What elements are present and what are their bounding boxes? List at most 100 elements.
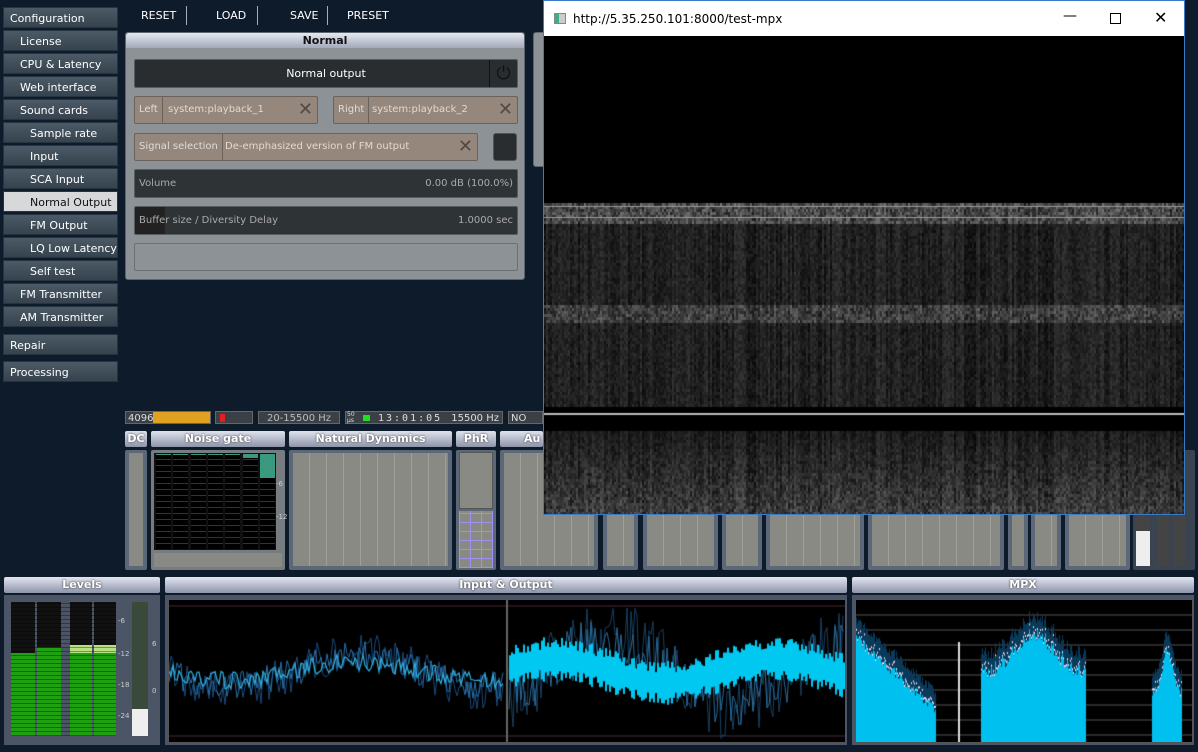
- tick-label: -24: [118, 712, 130, 720]
- left-label: Left: [135, 97, 163, 123]
- sidebar-item-web-interface[interactable]: Web interface: [3, 76, 118, 97]
- sidebar-item-sample-rate[interactable]: Sample rate: [3, 122, 118, 143]
- tick-label: -6: [276, 480, 283, 488]
- right-label: Right: [334, 97, 370, 123]
- clock: 13:01:05: [378, 413, 443, 424]
- right-channel-select[interactable]: Right system:playback_2 ✕: [333, 96, 518, 124]
- sidebar-item-lq-low-latency[interactable]: LQ Low Latency: [3, 237, 118, 258]
- sidebar-item-sca-input[interactable]: SCA Input: [3, 168, 118, 189]
- panel-title: Normal: [126, 33, 524, 48]
- mpx-header: MPX: [852, 577, 1194, 593]
- sidebar-item-sound-cards[interactable]: Sound cards: [3, 99, 118, 120]
- clip-indicator: [215, 411, 253, 424]
- sidebar-item-cpu-latency[interactable]: CPU & Latency: [3, 53, 118, 74]
- browser-title-bar[interactable]: http://5.35.250.101:8000/test-mpx — ✕: [544, 1, 1184, 36]
- volume-label: Volume: [139, 178, 177, 189]
- clear-icon[interactable]: ✕: [458, 134, 473, 160]
- load-button[interactable]: LOAD: [216, 9, 246, 22]
- noise-gate-meter: [156, 454, 171, 549]
- noise-gate-meter: [190, 454, 206, 549]
- no-label: NO: [511, 413, 527, 424]
- sidebar-item-normal-output[interactable]: Normal Output: [3, 191, 118, 212]
- sidebar-item-configuration[interactable]: Configuration: [3, 7, 118, 28]
- tick-label: -18: [118, 681, 130, 689]
- module-noise-gate-header[interactable]: Noise gate: [151, 431, 285, 447]
- reset-button[interactable]: RESET: [141, 9, 176, 22]
- band-indicator: 20-15500 Hz: [258, 411, 340, 424]
- clock-indicator: 50 µs 13:01:05 15500 Hz: [345, 411, 503, 424]
- module-phr: [456, 450, 496, 570]
- input-output-panel: [165, 595, 847, 745]
- module-dc-header[interactable]: DC: [125, 431, 147, 447]
- module-phr-header[interactable]: PhR: [456, 431, 496, 447]
- tick-label: 6: [152, 640, 157, 648]
- levels-header: Levels: [4, 577, 160, 593]
- phr-graph: [459, 511, 493, 568]
- browser-window: http://5.35.250.101:8000/test-mpx — ✕: [543, 0, 1185, 515]
- deemphasis-label: 50 µs: [347, 411, 355, 424]
- sidebar-item-am-transmitter[interactable]: AM Transmitter: [3, 306, 118, 327]
- maximize-icon[interactable]: [1110, 13, 1121, 24]
- buffer-size-slider[interactable]: Buffer size / Diversity Delay 1.0000 sec: [134, 206, 518, 235]
- left-value: system:playback_1: [168, 104, 264, 115]
- toolbar-divider: [327, 6, 328, 25]
- module-natural-dynamics-header[interactable]: Natural Dynamics: [289, 431, 452, 447]
- mpx-spectrum: [855, 599, 1193, 743]
- tick-label: 0: [152, 687, 157, 695]
- buffer-label: Buffer size / Diversity Delay: [139, 215, 278, 226]
- input-output-header: Input & Output: [165, 577, 847, 593]
- minimize-icon[interactable]: —: [1063, 8, 1077, 24]
- mpx-panel: [852, 595, 1194, 745]
- sidebar-item-fm-transmitter[interactable]: FM Transmitter: [3, 283, 118, 304]
- gain-meter: [132, 602, 148, 736]
- toolbar-divider: [257, 6, 258, 25]
- volume-slider[interactable]: Volume 0.00 dB (100.0%): [134, 169, 518, 198]
- sidebar-item-repair[interactable]: Repair: [3, 334, 118, 355]
- normal-output-label: Normal output: [286, 67, 366, 80]
- levels-panel: -6 -12 -18 -24 6 0: [4, 595, 160, 745]
- noise-gate-meter: [173, 454, 189, 549]
- sidebar-item-license[interactable]: License: [3, 30, 118, 51]
- module-au-header[interactable]: Au: [500, 431, 543, 447]
- freq-value: 15500 Hz: [451, 413, 499, 424]
- preset-button[interactable]: PRESET: [347, 9, 389, 22]
- noise-gate-meter: [259, 454, 275, 549]
- noise-gate-meter: [242, 454, 258, 549]
- buffer-value: 4096: [128, 413, 154, 424]
- signal-selection-label: Signal selection: [135, 134, 223, 160]
- volume-value: 0.00 dB (100.0%): [425, 178, 513, 189]
- empty-slot: [134, 243, 518, 271]
- clear-icon[interactable]: ✕: [298, 97, 313, 123]
- right-value: system:playback_2: [372, 104, 468, 115]
- module-noise-gate: -6 -12: [151, 450, 288, 570]
- close-icon[interactable]: ✕: [1154, 8, 1167, 27]
- clear-icon[interactable]: ✕: [498, 97, 513, 123]
- tick-label: -6: [118, 617, 125, 625]
- left-channel-select[interactable]: Left system:playback_1 ✕: [134, 96, 318, 124]
- browser-url: http://5.35.250.101:8000/test-mpx: [573, 12, 783, 26]
- signal-selection-value: De-emphasized version of FM output: [225, 141, 410, 152]
- normal-output-toggle[interactable]: Normal output ⏻: [134, 59, 518, 88]
- sidebar-item-self-test[interactable]: Self test: [3, 260, 118, 281]
- noise-gate-meter: [225, 454, 241, 549]
- sidebar-item-processing[interactable]: Processing: [3, 361, 118, 382]
- stereo-led: [363, 415, 370, 421]
- module-dc: [125, 450, 147, 570]
- signal-selection-select[interactable]: Signal selection De-emphasized version o…: [134, 133, 478, 161]
- buffer-indicator: 4096: [125, 411, 211, 424]
- signal-toggle[interactable]: [493, 133, 517, 161]
- noise-gate-meters: [154, 453, 276, 550]
- module-natural-dynamics: [289, 450, 452, 570]
- noise-gate-slider: [154, 553, 282, 567]
- sidebar-item-fm-output[interactable]: FM Output: [3, 214, 118, 235]
- tick-label: -12: [118, 650, 130, 658]
- no-indicator: NO: [508, 411, 543, 424]
- normal-panel: Normal Normal output ⏻ Left system:playb…: [125, 32, 525, 280]
- tick-label: -12: [276, 513, 288, 521]
- noise-gate-meter: [207, 454, 223, 549]
- sidebar-item-input[interactable]: Input: [3, 145, 118, 166]
- page-icon: [554, 13, 566, 24]
- power-icon[interactable]: ⏻: [489, 60, 517, 87]
- waveform-scope: [168, 599, 846, 743]
- save-button[interactable]: SAVE: [290, 9, 318, 22]
